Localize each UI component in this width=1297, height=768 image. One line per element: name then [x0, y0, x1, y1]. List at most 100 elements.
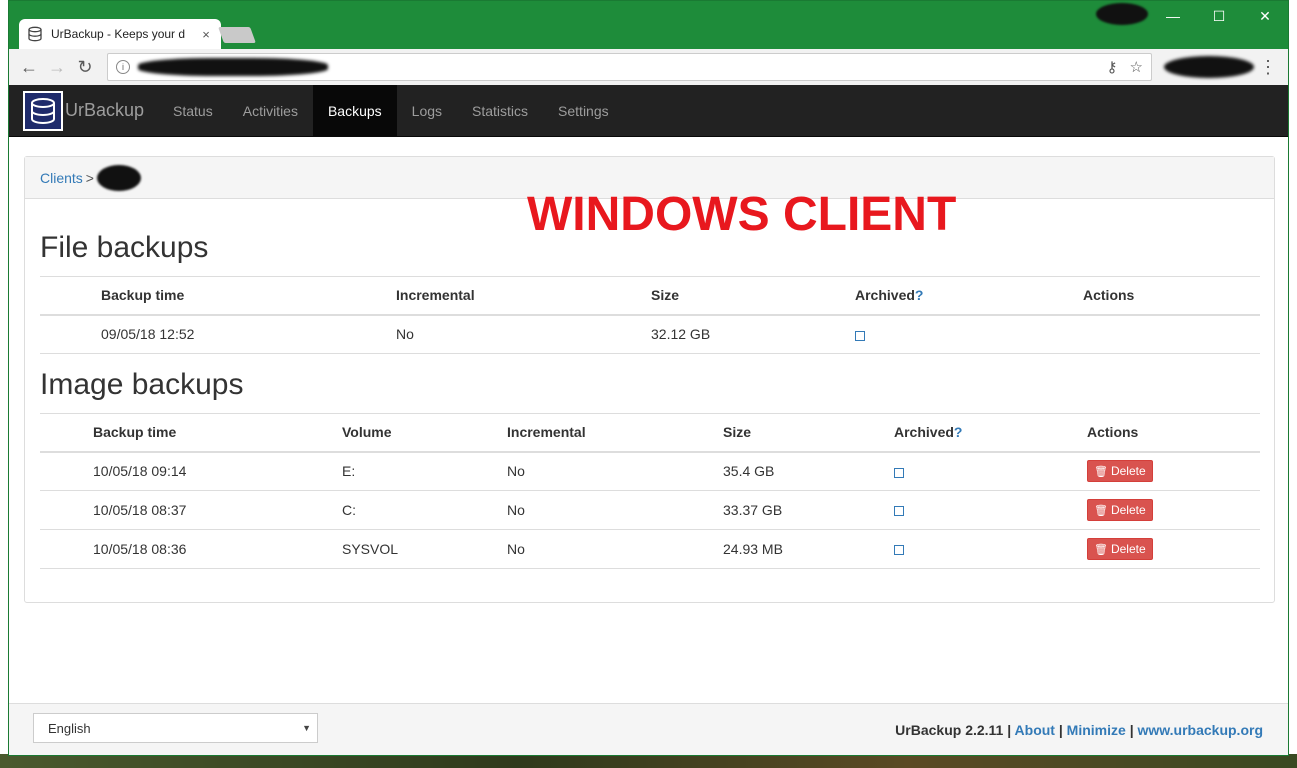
size-value: 35.4 GB	[723, 451, 894, 491]
redacted-extensions	[1164, 56, 1254, 78]
col-actions: Actions	[1083, 276, 1260, 316]
archived-help-link[interactable]: ?	[954, 424, 963, 440]
file-backups-table: Backup time Incremental Size Archived? A…	[40, 276, 1260, 354]
image-backups-title: Image backups	[40, 368, 244, 401]
redacted-profile	[1096, 3, 1148, 25]
size-value: 24.93 MB	[723, 529, 894, 569]
incremental-value: No	[507, 529, 723, 569]
volume-value: E:	[342, 451, 507, 491]
nav-status[interactable]: Status	[158, 85, 228, 137]
archived-help-link[interactable]: ?	[915, 287, 924, 303]
app-navbar: UrBackup Status Activities Backups Logs …	[9, 85, 1288, 137]
desktop-right-strip	[1288, 0, 1297, 768]
col-volume: Volume	[342, 413, 507, 453]
col-size: Size	[723, 413, 894, 453]
incremental-value: No	[507, 490, 723, 530]
backup-time: 10/05/18 08:36	[93, 529, 342, 569]
col-size: Size	[651, 276, 855, 316]
table-header-row: Backup time Incremental Size Archived? A…	[40, 276, 1260, 316]
maximize-window-button[interactable]: ☐	[1196, 1, 1242, 31]
incremental-value: No	[396, 314, 651, 354]
nav-activities[interactable]: Activities	[228, 85, 313, 137]
language-select[interactable]: English ▼	[33, 713, 318, 743]
database-icon	[27, 26, 43, 42]
version-text: UrBackup 2.2.11	[895, 722, 1004, 738]
language-value: English	[48, 720, 91, 736]
footer-links: UrBackup 2.2.11 | About | Minimize | www…	[895, 722, 1263, 738]
minimize-window-button[interactable]: —	[1150, 1, 1196, 31]
delete-button[interactable]: 🗑 Delete	[1087, 460, 1153, 483]
browser-tab[interactable]: UrBackup - Keeps your d ×	[19, 19, 221, 49]
col-archived: Archived?	[855, 276, 1083, 316]
omnibox-actions: ⚷ ☆	[1107, 58, 1143, 76]
redacted-url	[138, 58, 328, 76]
col-backup-time: Backup time	[101, 276, 396, 316]
nav-backups[interactable]: Backups	[312, 85, 397, 137]
desktop-wallpaper	[0, 754, 1297, 768]
backup-time: 10/05/18 08:37	[93, 490, 342, 530]
trash-icon: 🗑	[1094, 504, 1108, 517]
delete-label: Delete	[1110, 464, 1146, 479]
nav-settings[interactable]: Settings	[543, 85, 624, 137]
website-link[interactable]: www.urbackup.org	[1138, 722, 1264, 738]
nav-logs[interactable]: Logs	[397, 85, 457, 137]
close-window-button[interactable]: ✕	[1242, 1, 1288, 31]
footer-separator: |	[1129, 722, 1134, 738]
breadcrumb-separator: >	[85, 169, 94, 186]
delete-button[interactable]: 🗑 Delete	[1087, 499, 1153, 521]
file-backups-title: File backups	[40, 231, 209, 264]
breadcrumb-clients-link[interactable]: Clients	[40, 170, 83, 186]
trash-icon: 🗑	[1094, 465, 1108, 478]
forward-arrow-icon[interactable]: →	[43, 53, 71, 81]
table-header-row: Backup time Volume Incremental Size Arch…	[40, 413, 1260, 453]
reload-icon[interactable]: ↻	[71, 53, 99, 81]
col-backup-time: Backup time	[93, 413, 342, 453]
brand[interactable]: UrBackup	[9, 85, 158, 137]
browser-window: UrBackup - Keeps your d × — ☐ ✕ ← → ↻ i …	[8, 0, 1289, 756]
info-icon[interactable]: i	[116, 60, 130, 74]
table-row[interactable]: 10/05/18 09:14 E: No 35.4 GB 🗑 Delete	[40, 451, 1260, 491]
page-footer: English ▼ UrBackup 2.2.11 | About | Mini…	[9, 703, 1288, 755]
page-viewport: UrBackup Status Activities Backups Logs …	[9, 85, 1288, 755]
image-backups-table: Backup time Volume Incremental Size Arch…	[40, 413, 1260, 569]
col-actions: Actions	[1087, 413, 1260, 453]
key-icon[interactable]: ⚷	[1107, 58, 1118, 76]
col-incremental: Incremental	[507, 413, 723, 453]
new-tab-button[interactable]	[218, 27, 256, 43]
delete-label: Delete	[1110, 542, 1146, 556]
size-value: 33.37 GB	[723, 490, 894, 530]
size-value: 32.12 GB	[651, 314, 855, 354]
nav-statistics[interactable]: Statistics	[457, 85, 543, 137]
backup-time: 09/05/18 12:52	[101, 314, 396, 354]
checkbox-icon[interactable]	[894, 545, 904, 556]
trash-icon: 🗑	[1094, 543, 1108, 556]
star-icon[interactable]: ☆	[1130, 58, 1143, 76]
footer-separator: |	[1058, 722, 1063, 738]
browser-toolbar: ← → ↻ i ⚷ ☆ ⋮	[9, 49, 1288, 85]
backups-panel: Clients > WINDOWS CLIENT File backups Ba…	[24, 156, 1275, 603]
tab-close-icon[interactable]: ×	[199, 27, 213, 42]
table-row[interactable]: 09/05/18 12:52 No 32.12 GB	[40, 314, 1260, 354]
redacted-client-name	[96, 164, 141, 191]
menu-dots-icon[interactable]: ⋮	[1254, 57, 1282, 78]
brand-name: UrBackup	[65, 100, 145, 120]
delete-button[interactable]: 🗑 Delete	[1087, 538, 1153, 560]
address-bar[interactable]: i ⚷ ☆	[107, 53, 1152, 81]
col-archived-label: Archived	[855, 287, 915, 304]
checkbox-icon[interactable]	[894, 506, 904, 517]
incremental-value: No	[507, 451, 723, 491]
table-row[interactable]: 10/05/18 08:36 SYSVOL No 24.93 MB 🗑 Delet…	[40, 529, 1260, 569]
footer-separator: |	[1007, 722, 1012, 738]
back-arrow-icon[interactable]: ←	[15, 53, 43, 81]
about-link[interactable]: About	[1015, 722, 1055, 738]
checkbox-icon[interactable]	[894, 467, 904, 478]
windows-client-annotation: WINDOWS CLIENT	[527, 188, 957, 241]
table-row[interactable]: 10/05/18 08:37 C: No 33.37 GB 🗑 Delete	[40, 490, 1260, 530]
window-controls: — ☐ ✕	[1150, 1, 1288, 31]
urbackup-logo-icon	[23, 90, 63, 131]
minimize-link[interactable]: Minimize	[1067, 722, 1126, 738]
col-archived: Archived?	[894, 413, 1087, 453]
checkbox-icon[interactable]	[855, 330, 865, 341]
backup-time: 10/05/18 09:14	[93, 451, 342, 491]
delete-label: Delete	[1110, 503, 1146, 517]
